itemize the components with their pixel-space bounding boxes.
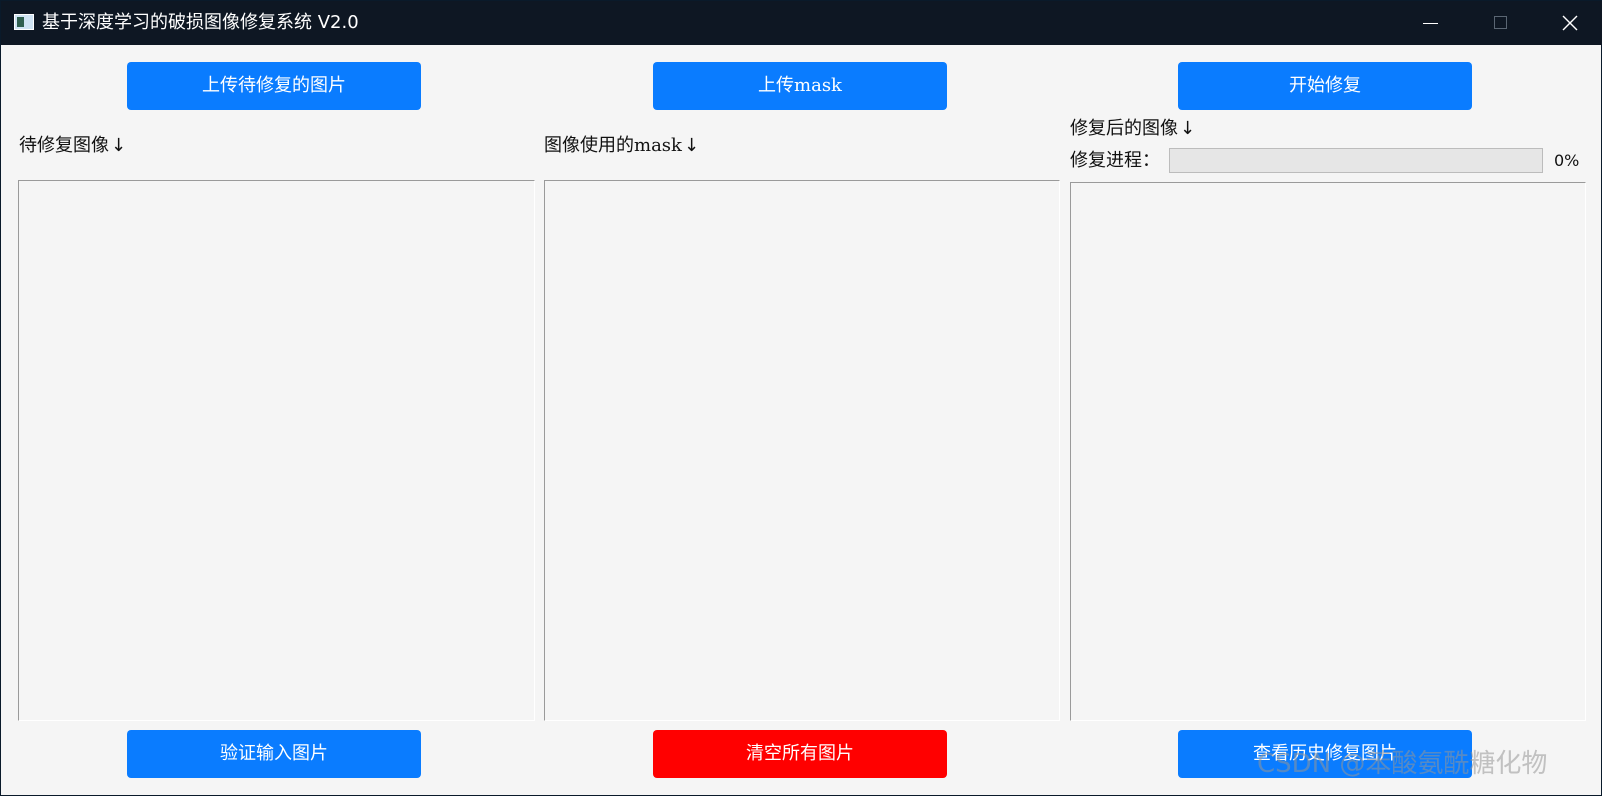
arrow-down-icon: ↓ <box>683 135 700 156</box>
app-window-icon <box>14 14 34 30</box>
window-title: 基于深度学习的破损图像修复系统 V2.0 <box>42 12 359 33</box>
upload-damaged-image-button[interactable]: 上传待修复的图片 <box>127 62 421 110</box>
minimize-button[interactable] <box>1396 1 1466 45</box>
progress-label: 修复进程： <box>1070 150 1160 171</box>
minimize-icon <box>1423 23 1438 24</box>
result-image-label-text: 修复后的图像 <box>1070 118 1178 139</box>
damaged-image-label: 待修复图像 ↓ <box>19 134 126 158</box>
damaged-image-label-text: 待修复图像 <box>19 135 109 156</box>
repair-progress-bar <box>1169 148 1543 173</box>
start-repair-button[interactable]: 开始修复 <box>1178 62 1472 110</box>
result-image-panel[interactable] <box>1070 182 1586 721</box>
upload-mask-button[interactable]: 上传mask <box>653 62 947 110</box>
mask-image-label-text: 图像使用的mask <box>544 135 682 156</box>
title-bar[interactable]: 基于深度学习的破损图像修复系统 V2.0 <box>1 1 1602 45</box>
damaged-image-panel[interactable] <box>18 180 535 721</box>
arrow-down-icon: ↓ <box>111 135 127 156</box>
progress-percent: 0% <box>1554 151 1580 170</box>
mask-image-label: 图像使用的mask ↓ <box>544 134 699 158</box>
arrow-down-icon: ↓ <box>1180 118 1196 139</box>
mask-image-panel[interactable] <box>544 180 1060 721</box>
maximize-button[interactable] <box>1466 1 1536 45</box>
clear-all-images-button[interactable]: 清空所有图片 <box>653 730 947 778</box>
result-image-label: 修复后的图像 ↓ <box>1070 117 1195 141</box>
maximize-icon <box>1494 16 1507 29</box>
close-button[interactable] <box>1536 1 1602 45</box>
watermark: CSDN @苯酸氨酰糖化物 <box>1257 749 1548 779</box>
app-window: 基于深度学习的破损图像修复系统 V2.0 上传待修复的图片 上传mask 开始修… <box>0 0 1602 796</box>
close-icon <box>1562 15 1578 31</box>
verify-input-button[interactable]: 验证输入图片 <box>127 730 421 778</box>
